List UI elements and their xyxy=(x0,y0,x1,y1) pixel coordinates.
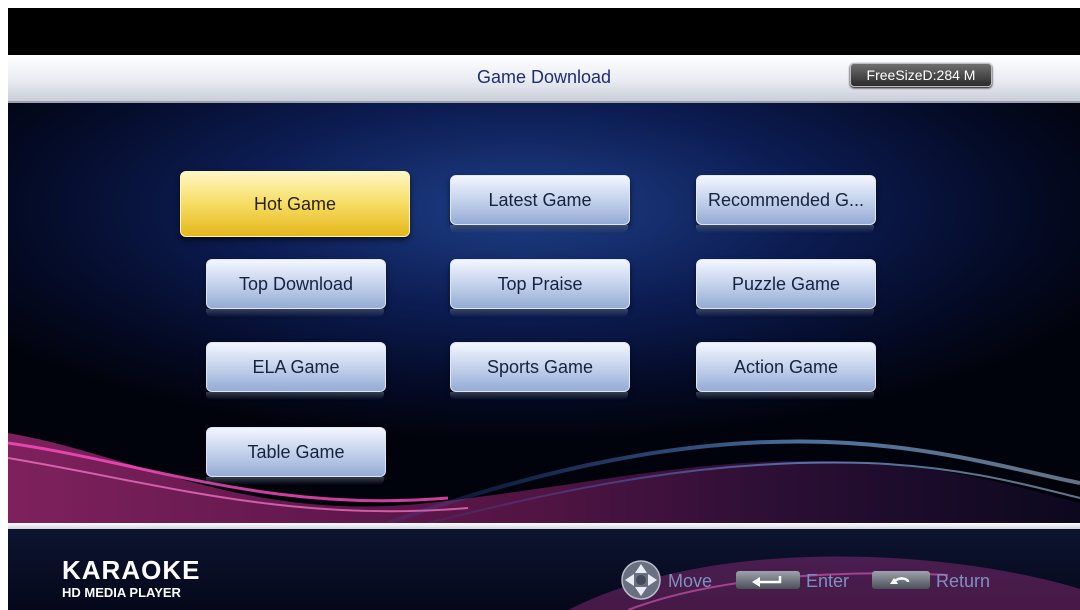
enter-key-icon xyxy=(736,571,800,589)
button-reflection xyxy=(206,477,384,485)
hint-return: Return xyxy=(936,571,991,591)
button-reflection xyxy=(450,225,628,233)
footer-bar: KARAOKE HD MEDIA PLAYER Move Enter Retur… xyxy=(8,529,1080,610)
button-reflection xyxy=(206,309,384,317)
button-reflection xyxy=(696,392,874,400)
menu-button-hot-game[interactable]: Hot Game xyxy=(180,171,410,237)
return-key-icon xyxy=(872,571,930,589)
hint-move: Move xyxy=(668,571,713,591)
button-reflection xyxy=(206,392,384,400)
logo-subtitle: HD MEDIA PLAYER xyxy=(62,585,181,600)
dpad-icon xyxy=(621,560,661,600)
button-reflection xyxy=(450,309,628,317)
menu-button-table-game[interactable]: Table Game xyxy=(206,427,386,477)
menu-button-top-download[interactable]: Top Download xyxy=(206,259,386,309)
tv-screen: Game Download FreeSizeD:284 M Hot Game L… xyxy=(8,8,1080,610)
hint-enter: Enter xyxy=(806,571,850,591)
menu-button-top-praise[interactable]: Top Praise xyxy=(450,259,630,309)
menu-button-latest-game[interactable]: Latest Game xyxy=(450,175,630,225)
menu-button-sports-game[interactable]: Sports Game xyxy=(450,342,630,392)
free-size-badge: FreeSizeD:284 M xyxy=(850,63,992,87)
button-reflection xyxy=(696,225,874,233)
menu-button-puzzle-game[interactable]: Puzzle Game xyxy=(696,259,876,309)
menu-button-recommended-game[interactable]: Recommended G... xyxy=(696,175,876,225)
button-reflection xyxy=(696,309,874,317)
menu-area: Hot Game Latest Game Recommended G... To… xyxy=(8,103,1080,523)
button-reflection xyxy=(450,392,628,400)
title-bar: Game Download FreeSizeD:284 M xyxy=(8,55,1080,103)
menu-button-action-game[interactable]: Action Game xyxy=(696,342,876,392)
menu-button-ela-game[interactable]: ELA Game xyxy=(206,342,386,392)
logo-karaoke: KARAOKE xyxy=(62,555,201,585)
